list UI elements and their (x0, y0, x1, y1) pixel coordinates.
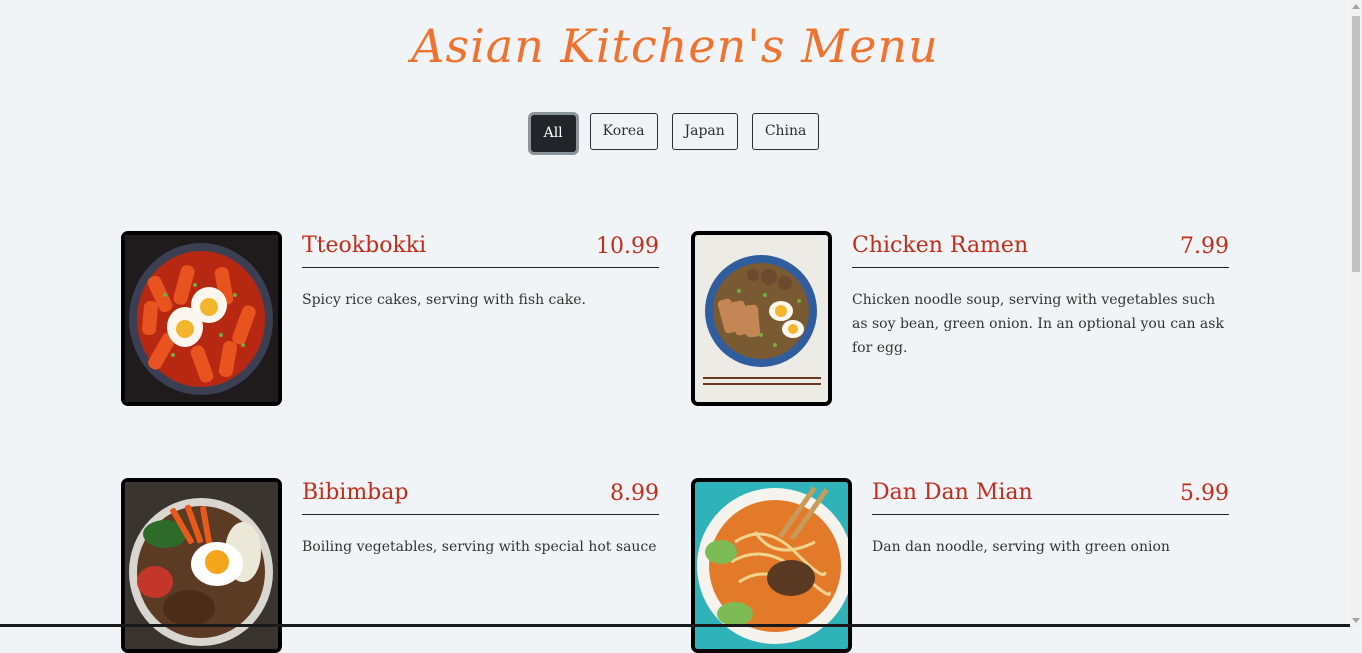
vertical-scrollbar[interactable] (1350, 0, 1362, 627)
menu-item-description: Chicken noodle soup, serving with vegeta… (852, 292, 1224, 356)
menu-item-name: Chicken Ramen (852, 233, 1029, 258)
menu-item-name: Bibimbap (302, 480, 409, 505)
menu-item: Bibimbap 8.99 Boiling vegetables, servin… (121, 478, 659, 653)
menu-item: Dan Dan Mian 5.99 Dan dan noodle, servin… (691, 478, 1229, 653)
filter-japan-button[interactable]: Japan (671, 113, 738, 150)
menu-item-header: Dan Dan Mian 5.99 (872, 478, 1229, 515)
scroll-up-arrow-icon[interactable] (1352, 4, 1360, 9)
menu-item-description: Boiling vegetables, serving with special… (302, 539, 657, 555)
menu-item-name: Tteokbokki (302, 233, 427, 258)
scroll-down-arrow-icon[interactable] (1352, 618, 1360, 623)
filter-all-button[interactable]: All (530, 115, 576, 152)
menu-item-info: Bibimbap 8.99 Boiling vegetables, servin… (302, 478, 659, 559)
filter-korea-button[interactable]: Korea (589, 113, 658, 150)
menu-item-price: 7.99 (1180, 234, 1229, 259)
page-title: Asian Kitchen's Menu (411, 19, 939, 73)
menu-item-name: Dan Dan Mian (872, 480, 1033, 505)
tteokbokki-photo (121, 231, 282, 406)
menu-page: Asian Kitchen's Menu All Korea Japan Chi… (0, 0, 1350, 653)
menu-item-header: Chicken Ramen 7.99 (852, 231, 1229, 268)
menu-item-price: 8.99 (610, 481, 659, 506)
menu-item-description: Spicy rice cakes, serving with fish cake… (302, 292, 586, 308)
menu-item-info: Dan Dan Mian 5.99 Dan dan noodle, servin… (872, 478, 1229, 559)
menu-item-info: Chicken Ramen 7.99 Chicken noodle soup, … (852, 231, 1229, 360)
chicken-ramen-photo (691, 231, 832, 406)
menu-item-price: 5.99 (1180, 481, 1229, 506)
menu-item-price: 10.99 (596, 234, 659, 259)
scrollbar-thumb[interactable] (1352, 16, 1360, 272)
filter-china-button[interactable]: China (751, 113, 820, 150)
menu-item-description: Dan dan noodle, serving with green onion (872, 539, 1170, 555)
menu-item-info: Tteokbokki 10.99 Spicy rice cakes, servi… (302, 231, 659, 312)
menu-item-header: Tteokbokki 10.99 (302, 231, 659, 268)
menu-item-header: Bibimbap 8.99 (302, 478, 659, 515)
category-filter-bar: All Korea Japan China (0, 113, 1350, 152)
menu-item: Chicken Ramen 7.99 Chicken noodle soup, … (691, 231, 1229, 407)
menu-item: Tteokbokki 10.99 Spicy rice cakes, servi… (121, 231, 659, 407)
